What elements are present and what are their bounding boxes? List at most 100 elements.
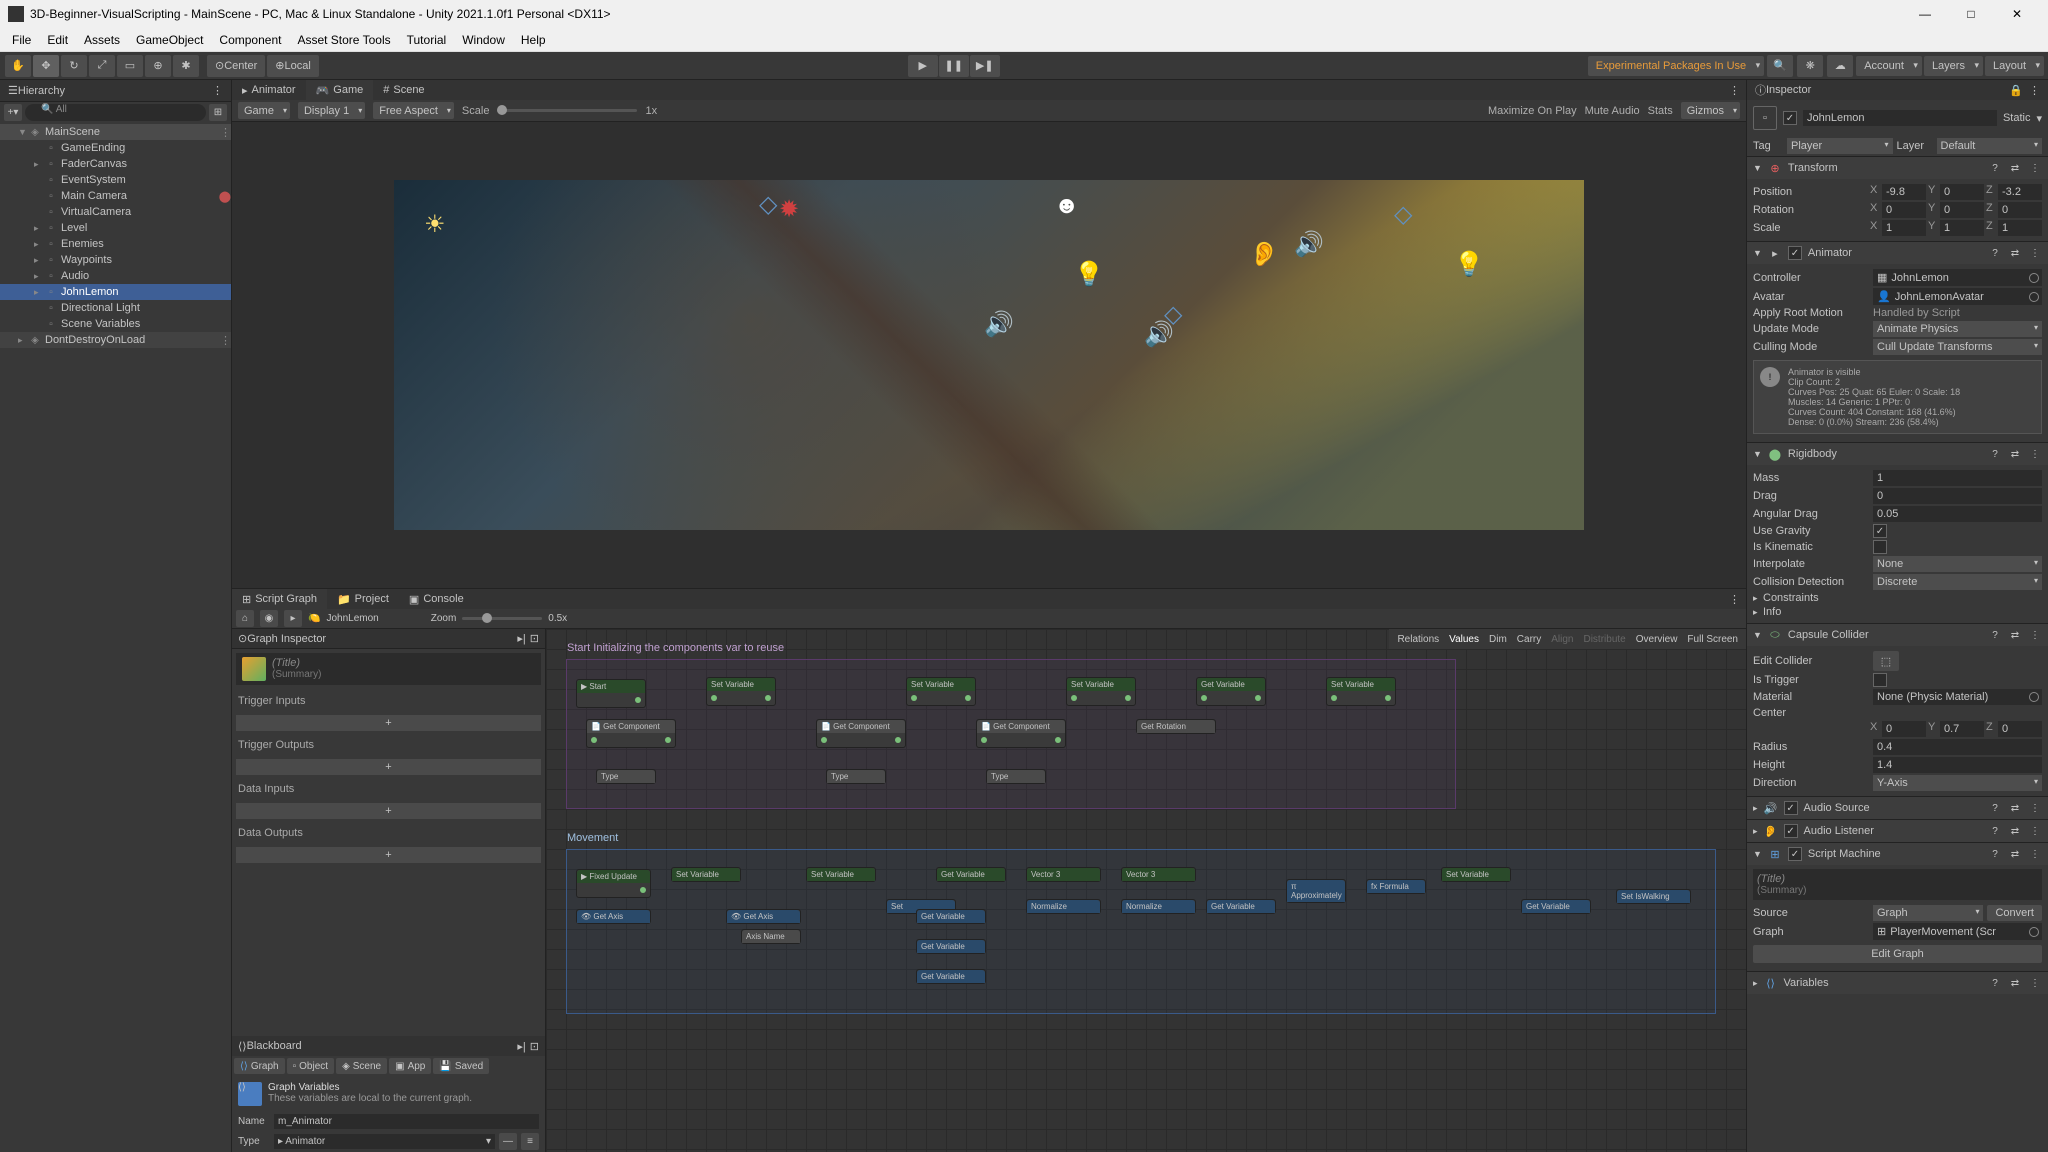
- help-icon[interactable]: ?: [1988, 628, 2002, 642]
- phys-material-field[interactable]: None (Physic Material): [1873, 689, 2042, 705]
- use-gravity-checkbox[interactable]: ✓: [1873, 524, 1887, 538]
- graph-node[interactable]: 📄 Get Component: [976, 719, 1066, 748]
- graph-node[interactable]: Normalize: [1026, 899, 1101, 914]
- hierarchy-item[interactable]: ▫Directional Light: [0, 300, 231, 316]
- graph-opt-carry[interactable]: Carry: [1517, 634, 1541, 645]
- tab-console[interactable]: ▣Console: [399, 589, 474, 609]
- account-dropdown[interactable]: Account: [1856, 56, 1922, 76]
- is-kinematic-checkbox[interactable]: [1873, 540, 1887, 554]
- graph-node[interactable]: Type: [986, 769, 1046, 784]
- angular-drag-field[interactable]: [1873, 506, 2042, 522]
- layers-dropdown[interactable]: Layers: [1924, 56, 1983, 76]
- graph-node[interactable]: 👁 Get Axis: [576, 909, 651, 924]
- scene-root[interactable]: ▼ ◈ MainScene ⋮: [0, 124, 231, 140]
- menu-icon[interactable]: ⋮: [2028, 628, 2042, 642]
- graph-opt-values[interactable]: Values: [1449, 634, 1479, 645]
- graph-opt-dim[interactable]: Dim: [1489, 634, 1507, 645]
- graph-node[interactable]: 📄 Get Component: [586, 719, 676, 748]
- graph-node[interactable]: ▶ Fixed Update: [576, 869, 651, 898]
- sm-title[interactable]: (Title): [1757, 873, 2038, 885]
- play-button[interactable]: ▶: [908, 55, 938, 77]
- scale-y[interactable]: [1940, 220, 1984, 236]
- rigidbody-header[interactable]: ▼ ⬤ Rigidbody ? ⇄ ⋮: [1747, 443, 2048, 465]
- panel-menu-icon[interactable]: ⋮: [1723, 593, 1746, 606]
- hierarchy-item[interactable]: ▫VirtualCamera: [0, 204, 231, 220]
- pause-button[interactable]: ❚❚: [939, 55, 969, 77]
- transform-tool[interactable]: ⊕: [145, 55, 171, 77]
- bb-tab-saved[interactable]: 💾Saved: [433, 1058, 489, 1074]
- menu-help[interactable]: Help: [513, 33, 554, 47]
- cloud-icon[interactable]: ☁: [1827, 55, 1853, 77]
- graph-node[interactable]: Vector 3: [1121, 867, 1196, 882]
- graph-node[interactable]: Set Variable: [1441, 867, 1511, 882]
- hierarchy-item[interactable]: ▸▫FaderCanvas: [0, 156, 231, 172]
- game-dropdown[interactable]: Game: [238, 102, 290, 119]
- hierarchy-item-selected[interactable]: ▸▫JohnLemon: [0, 284, 231, 300]
- radius-field[interactable]: [1873, 739, 2042, 755]
- graph-node[interactable]: Normalize: [1121, 899, 1196, 914]
- scale-z[interactable]: [1998, 220, 2042, 236]
- menu-icon[interactable]: ⋮: [2028, 161, 2042, 175]
- graph-node[interactable]: Type: [596, 769, 656, 784]
- script-graph-canvas[interactable]: Relations Values Dim Carry Align Distrib…: [546, 629, 1746, 1152]
- controller-field[interactable]: ▦ JohnLemon: [1873, 269, 2042, 286]
- graph-node[interactable]: 👁 Get Axis: [726, 909, 801, 924]
- move-tool[interactable]: ✥: [33, 55, 59, 77]
- center-z[interactable]: [1998, 721, 2042, 737]
- graph-node[interactable]: Set Variable: [906, 677, 976, 706]
- tag-dropdown[interactable]: Player: [1787, 138, 1893, 154]
- culling-mode-dropdown[interactable]: Cull Update Transforms: [1873, 339, 2042, 355]
- graph-opt-relations[interactable]: Relations: [1397, 634, 1439, 645]
- minimize-button[interactable]: —: [1902, 0, 1948, 28]
- script-machine-header[interactable]: ▼ ⊞ ✓ Script Machine ?⇄⋮: [1747, 843, 2048, 865]
- graph-node[interactable]: Set Variable: [671, 867, 741, 882]
- position-y[interactable]: [1940, 184, 1984, 200]
- dont-destroy-section[interactable]: ▸ ◈DontDestroyOnLoad ⋮: [0, 332, 231, 348]
- zoom-slider[interactable]: [462, 617, 542, 620]
- graph-node[interactable]: Set Variable: [1326, 677, 1396, 706]
- scale-tool[interactable]: ⤢: [89, 55, 115, 77]
- hierarchy-item[interactable]: ▫GameEnding: [0, 140, 231, 156]
- graph-inspector-header[interactable]: ⊙ Graph Inspector ▸|⊡: [232, 629, 545, 649]
- bb-tab-app[interactable]: ▣App: [389, 1058, 431, 1074]
- hierarchy-item[interactable]: ▫Scene Variables: [0, 316, 231, 332]
- graph-node[interactable]: π Approximately: [1286, 879, 1346, 903]
- add-data-output-button[interactable]: +: [236, 847, 541, 863]
- is-trigger-checkbox[interactable]: [1873, 673, 1887, 687]
- add-data-input-button[interactable]: +: [236, 803, 541, 819]
- pivot-center-toggle[interactable]: ⊙Center: [207, 55, 265, 77]
- tab-project[interactable]: 📁Project: [327, 589, 399, 609]
- hierarchy-item[interactable]: ▸▫Level: [0, 220, 231, 236]
- hierarchy-tab[interactable]: ☰ Hierarchy ⋮: [0, 80, 231, 102]
- panel-menu-icon[interactable]: ⋮: [1723, 84, 1746, 97]
- position-z[interactable]: [1998, 184, 2042, 200]
- help-icon[interactable]: ?: [1988, 161, 2002, 175]
- menu-asset-store-tools[interactable]: Asset Store Tools: [289, 33, 398, 47]
- graph-icon[interactable]: ◉: [260, 610, 278, 627]
- graph-icon[interactable]: ▸: [284, 610, 302, 627]
- center-x[interactable]: [1882, 721, 1926, 737]
- game-viewport[interactable]: ☀ ✹ ◇ ☻ 🔊 👂 ◇ 💡 💡 🔊 🔊 ◇: [232, 122, 1746, 588]
- stats-toggle[interactable]: Stats: [1648, 105, 1673, 117]
- graph-opt-overview[interactable]: Overview: [1636, 634, 1678, 645]
- hierarchy-item[interactable]: ▫Main Camera⬤: [0, 188, 231, 204]
- remove-var-button[interactable]: —: [499, 1133, 517, 1150]
- var-menu-button[interactable]: ≡: [521, 1133, 539, 1150]
- graph-node[interactable]: Set Variable: [806, 867, 876, 882]
- rect-tool[interactable]: ▭: [117, 55, 143, 77]
- graph-field[interactable]: ⊞ PlayerMovement (Scr: [1873, 923, 2042, 940]
- gameobject-icon[interactable]: ▫: [1753, 106, 1777, 130]
- graph-title-box[interactable]: (Title) (Summary): [236, 653, 541, 685]
- audio-listener-header[interactable]: ▸👂✓Audio Listener?⇄⋮: [1747, 820, 2048, 842]
- sm-summary[interactable]: (Summary): [1757, 885, 2038, 896]
- graph-breadcrumb[interactable]: JohnLemon: [326, 613, 378, 624]
- static-dropdown[interactable]: ▾: [2036, 112, 2042, 125]
- maximize-on-play[interactable]: Maximize On Play: [1488, 105, 1577, 117]
- create-dropdown[interactable]: +▾: [4, 104, 22, 121]
- hierarchy-filter-icon[interactable]: ⊞: [209, 104, 227, 121]
- interpolate-dropdown[interactable]: None: [1873, 556, 2042, 572]
- graph-home-icon[interactable]: ⌂: [236, 610, 254, 627]
- mass-field[interactable]: [1873, 470, 2042, 486]
- graph-node[interactable]: Get Rotation: [1136, 719, 1216, 734]
- help-icon[interactable]: ?: [1988, 246, 2002, 260]
